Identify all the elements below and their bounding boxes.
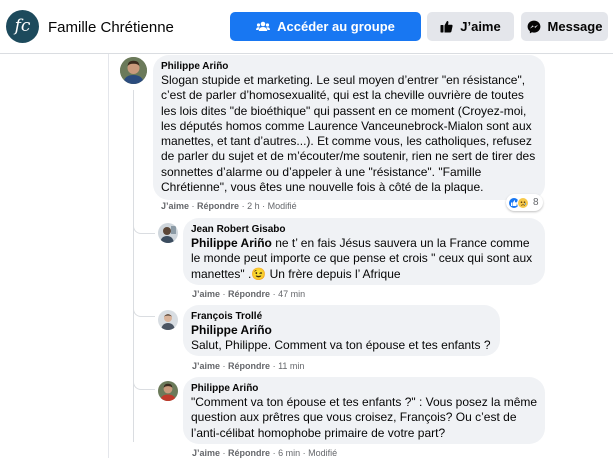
group-icon (256, 21, 271, 32)
comment-text: Slogan stupide et marketing. Le seul moy… (161, 73, 536, 195)
wink-emoji: 😉 (251, 266, 267, 281)
reply-text: Philippe Ariño ne t’ en fais Jésus sauve… (191, 236, 539, 282)
timestamp[interactable]: 2 h (247, 201, 260, 211)
reply-author[interactable]: François Trollé (191, 311, 262, 323)
reply-text: "Comment va ton épouse et tes enfants ?"… (191, 395, 538, 440)
thumbs-up-icon (440, 20, 453, 33)
reply-connector (133, 378, 155, 390)
reply-bubble: Philippe Ariño "Comment va ton épouse et… (183, 377, 545, 444)
avatar[interactable] (158, 381, 178, 401)
avatar[interactable] (120, 57, 147, 84)
reply-author[interactable]: Jean Robert Gisabo (191, 224, 285, 236)
like-link[interactable]: J’aime (192, 448, 220, 458)
sad-icon (517, 196, 529, 209)
mention-link[interactable]: Philippe Ariño (191, 236, 272, 250)
avatar[interactable] (158, 310, 178, 330)
reply-link[interactable]: Répondre (228, 361, 270, 371)
reaction-count: 8 (533, 197, 539, 208)
reply-text-tail: Un frère depuis l’ Afrique (266, 266, 401, 281)
comment-bubble: Philippe Ariño Slogan stupide et marketi… (153, 55, 545, 200)
reaction-summary[interactable]: 8 (506, 194, 543, 211)
edited-label[interactable]: Modifié (268, 201, 297, 211)
reply-text: Salut, Philippe. Comment va ton épouse e… (191, 338, 491, 352)
join-group-label: Accéder au groupe (277, 19, 395, 34)
reply-connector (133, 305, 155, 317)
page-like-button[interactable]: J’aime (427, 12, 514, 41)
reply-bubble: François Trollé Philippe Ariño Salut, Ph… (183, 305, 500, 356)
timestamp[interactable]: 6 min (278, 448, 300, 458)
page-like-label: J’aime (460, 19, 501, 34)
join-group-button[interactable]: Accéder au groupe (230, 12, 421, 41)
message-label: Message (547, 19, 603, 34)
avatar[interactable] (158, 223, 178, 243)
page-logo[interactable]: fc (6, 10, 39, 43)
timestamp[interactable]: 11 min (278, 361, 304, 371)
timestamp[interactable]: 47 min (278, 289, 305, 299)
message-button[interactable]: Message (521, 12, 608, 41)
reply-author[interactable]: Philippe Ariño (191, 383, 258, 395)
reply-link[interactable]: Répondre (197, 201, 239, 211)
mention-link[interactable]: Philippe Ariño (191, 323, 272, 337)
edited-label[interactable]: Modifié (308, 448, 337, 458)
messenger-icon (527, 20, 541, 34)
reply-connector (133, 225, 155, 234)
comment-actions: J’aime · Répondre · 2 h · Modifié (161, 201, 297, 211)
reply-actions: J’aime · Répondre · 47 min (192, 289, 305, 299)
like-link[interactable]: J’aime (192, 361, 220, 371)
reply-link[interactable]: Répondre (228, 289, 270, 299)
like-link[interactable]: J’aime (161, 201, 189, 211)
page-header: fc Famille Chrétienne Accéder au groupe … (0, 0, 613, 54)
reply-link[interactable]: Répondre (228, 448, 270, 458)
thread-line (133, 90, 134, 442)
reply-actions: J’aime · Répondre · 11 min (192, 361, 304, 371)
reply-bubble: Jean Robert Gisabo Philippe Ariño ne t’ … (183, 218, 545, 285)
like-link[interactable]: J’aime (192, 289, 220, 299)
page-name[interactable]: Famille Chrétienne (48, 19, 174, 36)
comment-author[interactable]: Philippe Ariño (161, 61, 228, 73)
reply-actions: J’aime · Répondre · 6 min · Modifié (192, 448, 337, 458)
